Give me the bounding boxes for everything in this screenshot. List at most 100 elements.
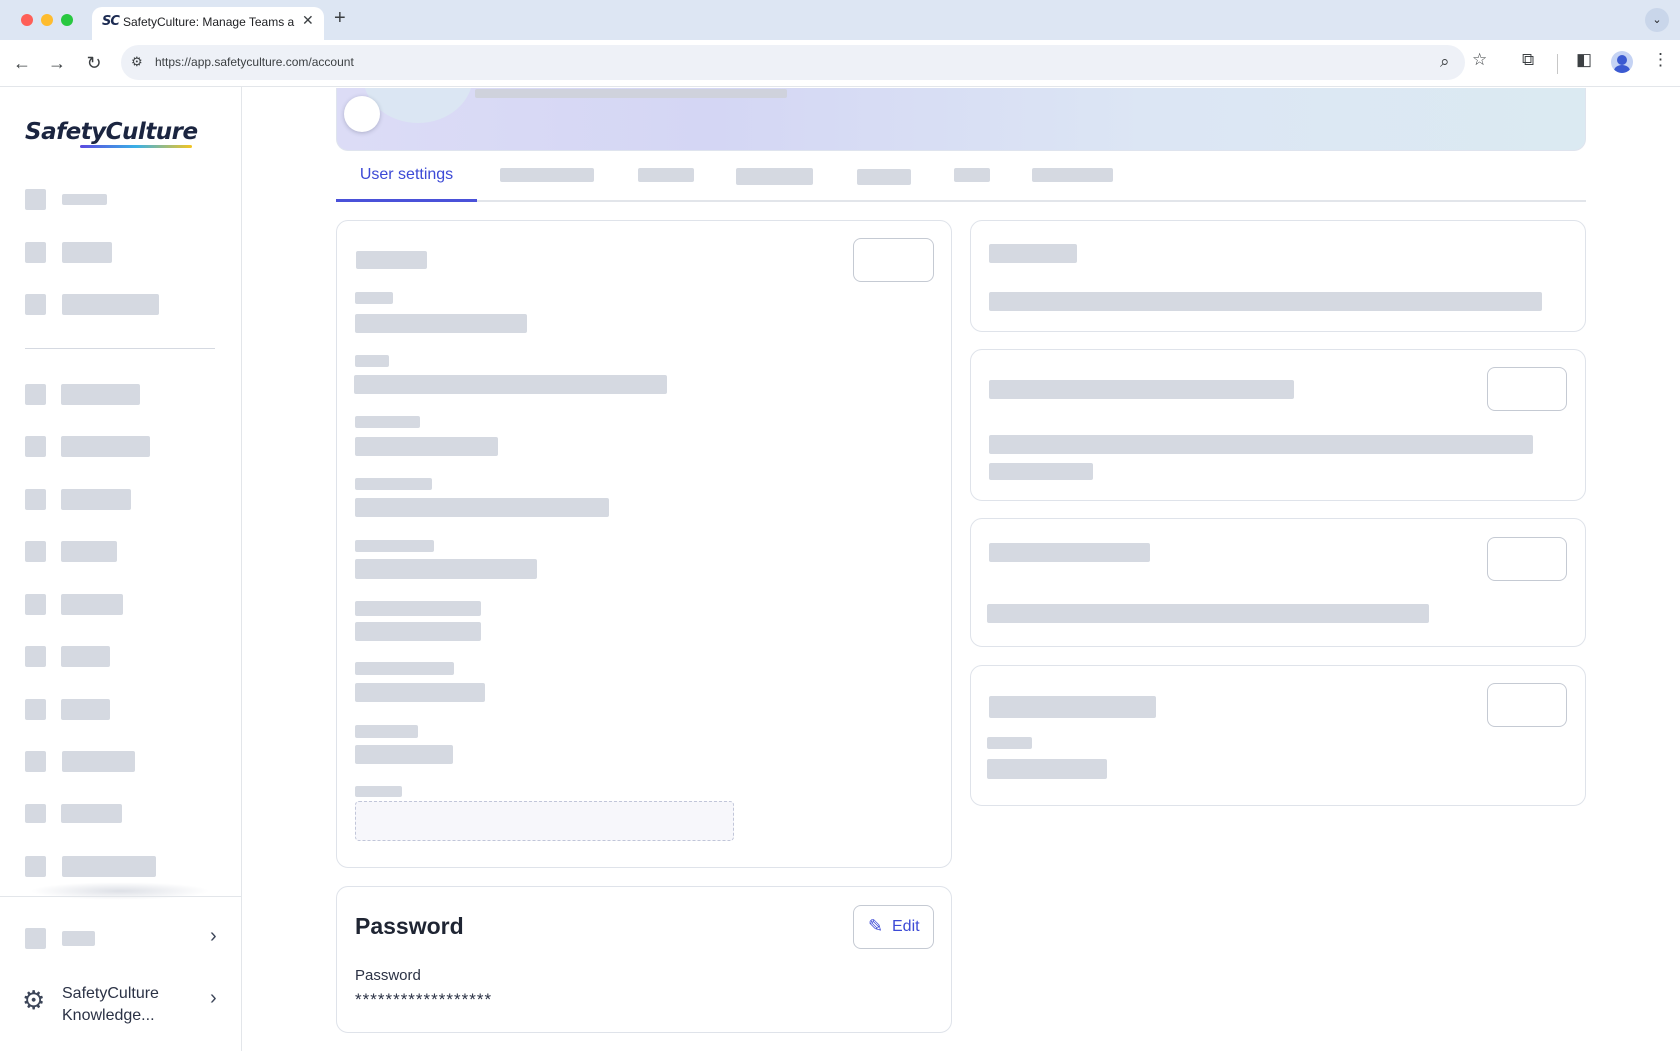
- chevron-right-icon[interactable]: ›: [210, 925, 217, 948]
- sidebar-item-icon-skeleton: [25, 384, 46, 405]
- field-label-skeleton: [355, 292, 393, 304]
- tab-skeleton[interactable]: [954, 168, 990, 182]
- sidebar-item-icon-skeleton: [25, 436, 46, 457]
- more-vert-icon[interactable]: ⋮: [1652, 50, 1669, 70]
- sidebar-item-label-skeleton: [61, 384, 140, 405]
- url-text[interactable]: https://app.safetyculture.com/account: [155, 55, 354, 69]
- edit-password-button[interactable]: ✎ Edit: [853, 905, 934, 949]
- tab-search-icon[interactable]: ⌄: [1645, 8, 1669, 32]
- sidebar-bottom-divider: [0, 896, 241, 897]
- maximize-window-button[interactable]: [61, 14, 73, 26]
- field-label-skeleton: [355, 662, 454, 675]
- field-label-skeleton: [355, 786, 402, 797]
- bookmark-star-icon[interactable]: ☆: [1472, 50, 1487, 70]
- sidebar-item-label-skeleton: [62, 856, 156, 877]
- site-settings-icon[interactable]: ⚙: [131, 54, 143, 70]
- sidebar-item-label-skeleton: [61, 541, 117, 562]
- field-value-skeleton: [355, 559, 537, 579]
- card-title-skeleton: [989, 244, 1077, 263]
- field-value-skeleton: [355, 622, 481, 641]
- edit-button-label: Edit: [892, 918, 920, 935]
- side-panel-icon[interactable]: ◧: [1576, 50, 1592, 70]
- banner-text-skeleton: [475, 89, 787, 98]
- safetyculture-favicon-icon: SC: [102, 14, 120, 29]
- gear-icon: ⚙: [22, 985, 46, 1015]
- sidebar-item-label-skeleton: [61, 646, 110, 667]
- sidebar-item-icon-skeleton: [25, 294, 46, 315]
- forward-icon[interactable]: →: [44, 50, 70, 76]
- field-label-skeleton: [355, 416, 420, 428]
- sidebar-scroll-shadow: [30, 882, 210, 900]
- profile-banner: [336, 88, 1586, 151]
- profile-icon[interactable]: [1611, 51, 1633, 73]
- tabs-divider: [336, 200, 1586, 202]
- card-action-button[interactable]: [1487, 683, 1567, 727]
- sidebar-item-label-skeleton: [62, 751, 135, 772]
- card-title-skeleton: [356, 251, 427, 269]
- close-window-button[interactable]: [21, 14, 33, 26]
- field-value-skeleton: [355, 498, 609, 517]
- toolbar-divider: [1557, 54, 1558, 74]
- card-action-button[interactable]: [1487, 367, 1567, 411]
- browser-tabstrip: SC SafetyCulture: Manage Teams and... ✕ …: [0, 0, 1680, 40]
- field-label-skeleton: [355, 601, 481, 616]
- reload-icon[interactable]: ↻: [81, 50, 107, 76]
- logo-underline: [80, 145, 192, 148]
- card-title-skeleton: [989, 380, 1294, 399]
- sidebar-divider: [25, 348, 215, 349]
- sidebar-item-label-skeleton: [61, 804, 122, 823]
- sidebar-item-label-skeleton: [62, 294, 159, 315]
- password-field-label: Password: [355, 967, 421, 984]
- sidebar-item-icon-skeleton: [25, 804, 46, 823]
- avatar[interactable]: [344, 96, 380, 132]
- field-value-skeleton: [355, 437, 498, 456]
- knowledge-base-link[interactable]: SafetyCulture Knowledge...: [62, 983, 202, 1027]
- close-tab-icon[interactable]: ✕: [302, 12, 314, 29]
- field-value-skeleton: [355, 683, 485, 702]
- tab-skeleton[interactable]: [857, 169, 911, 185]
- chevron-right-icon[interactable]: ›: [210, 987, 217, 1010]
- card-text-skeleton: [987, 604, 1429, 623]
- tab-title: SafetyCulture: Manage Teams and...: [123, 15, 295, 29]
- tab-skeleton[interactable]: [1032, 168, 1113, 182]
- new-tab-icon[interactable]: +: [334, 7, 346, 30]
- pencil-icon: ✎: [868, 916, 884, 936]
- password-field-value: ******************: [355, 990, 493, 1009]
- sidebar-item-icon-skeleton: [25, 646, 46, 667]
- address-bar[interactable]: ⚙ https://app.safetyculture.com/account …: [121, 45, 1465, 80]
- minimize-window-button[interactable]: [41, 14, 53, 26]
- sidebar-item-label-skeleton: [61, 436, 150, 457]
- field-label-skeleton: [355, 355, 389, 367]
- card-title-skeleton: [989, 696, 1156, 718]
- tab-user-settings[interactable]: User settings: [336, 163, 477, 202]
- field-label-skeleton: [987, 737, 1032, 749]
- zoom-icon[interactable]: ⌕: [1440, 52, 1450, 72]
- extensions-icon[interactable]: ⧉: [1522, 50, 1534, 70]
- tab-skeleton[interactable]: [736, 168, 813, 185]
- card-text-skeleton: [989, 435, 1533, 454]
- tab-skeleton[interactable]: [500, 168, 594, 182]
- browser-tab[interactable]: SC SafetyCulture: Manage Teams and... ✕: [92, 7, 324, 40]
- sidebar-item-icon-skeleton: [25, 189, 46, 210]
- card-action-button[interactable]: [1487, 537, 1567, 581]
- back-icon[interactable]: ←: [9, 50, 35, 76]
- sidebar-account-label-skeleton: [62, 931, 95, 946]
- sidebar-item-label-skeleton: [61, 594, 123, 615]
- browser-toolbar: ← → ↻ ⚙ https://app.safetyculture.com/ac…: [0, 40, 1680, 87]
- upload-dropzone[interactable]: [355, 801, 734, 841]
- safetyculture-logo[interactable]: SafetyCulture: [25, 119, 198, 145]
- field-value-skeleton: [987, 759, 1107, 779]
- field-value-skeleton: [354, 375, 667, 394]
- field-label-skeleton: [355, 540, 434, 552]
- edit-profile-button[interactable]: [853, 238, 934, 282]
- sidebar-item-icon-skeleton: [25, 242, 46, 263]
- field-label-skeleton: [355, 725, 418, 738]
- tab-skeleton[interactable]: [638, 168, 694, 182]
- card-text-skeleton: [989, 463, 1093, 480]
- field-label-skeleton: [355, 478, 432, 490]
- sidebar-item-label-skeleton: [62, 194, 107, 205]
- sidebar-item-icon-skeleton: [25, 699, 46, 720]
- password-card-title: Password: [355, 913, 464, 939]
- sidebar: SafetyCulture › ⚙ SafetyCulture Knowledg…: [0, 87, 242, 1051]
- sidebar-item-icon-skeleton: [25, 751, 46, 772]
